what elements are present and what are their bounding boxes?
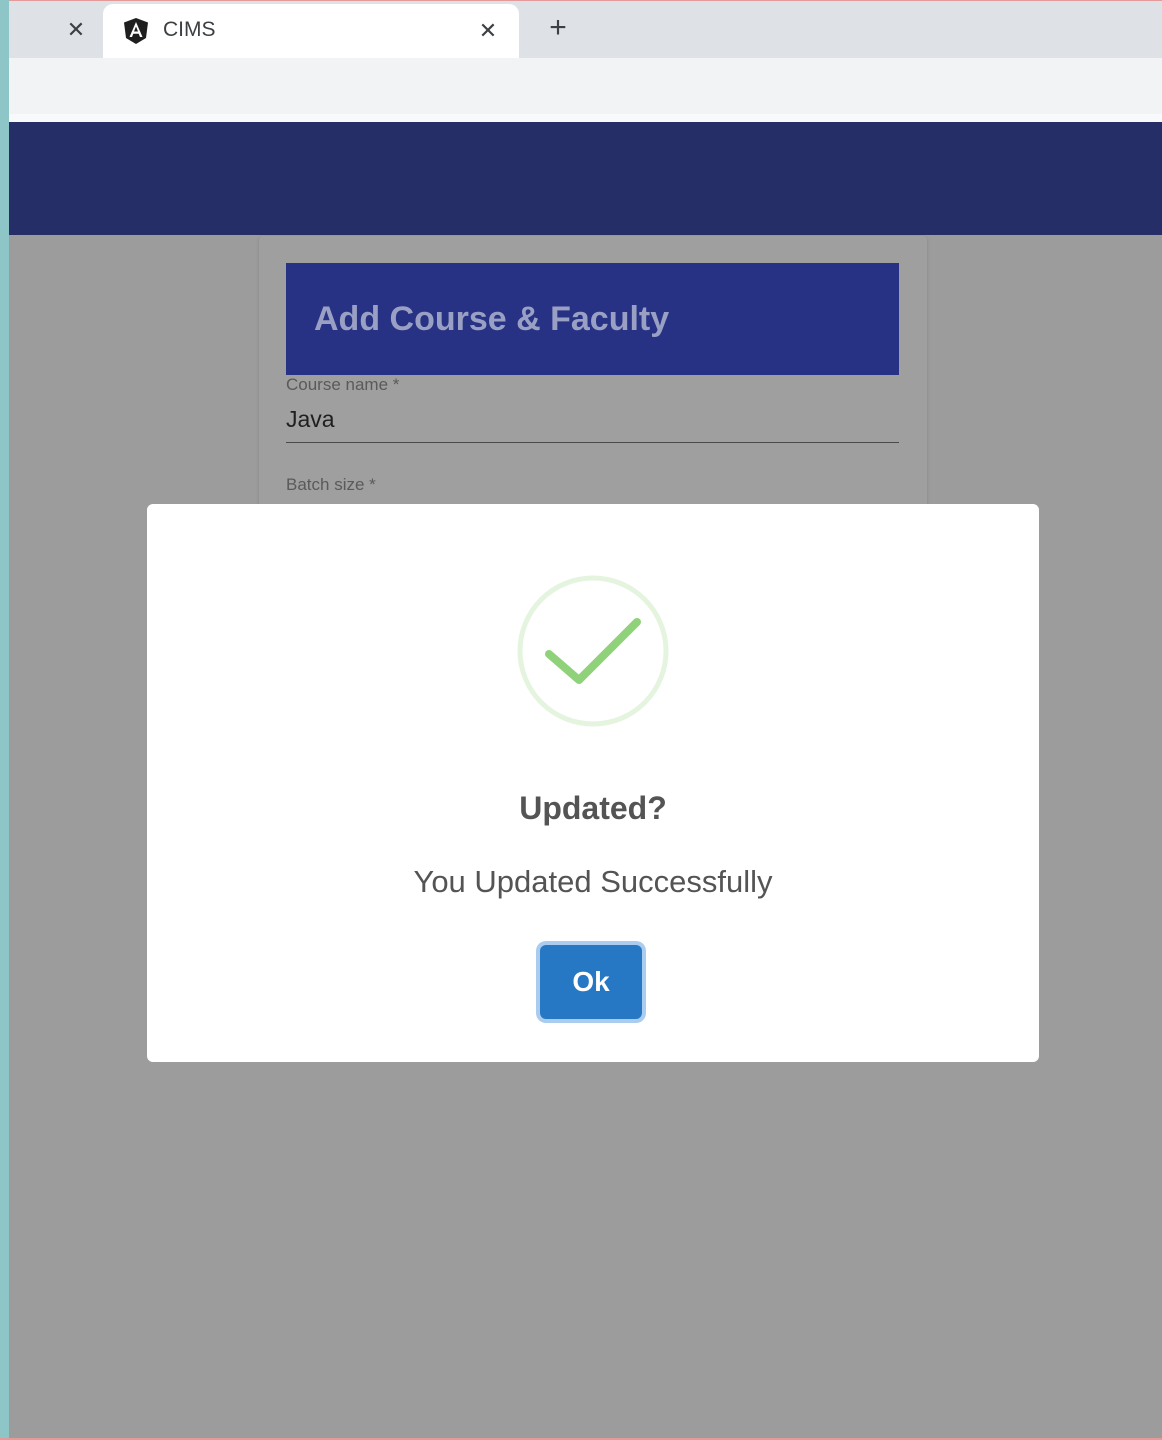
form-header: Add Course & Faculty — [286, 263, 899, 375]
angular-icon — [124, 18, 148, 44]
left-edge-strip — [0, 0, 9, 1440]
dialog-title: Updated? — [519, 790, 667, 826]
success-dialog: Updated? You Updated Successfully Ok — [147, 504, 1039, 1062]
browser-tab-bar: ✕ CIMS ✕ + — [9, 1, 1162, 60]
toolbar-divider — [9, 114, 1162, 122]
ok-button[interactable]: Ok — [540, 945, 642, 1019]
course-name-input[interactable]: Java — [286, 406, 335, 433]
new-tab-icon[interactable]: + — [543, 13, 573, 43]
tab-title: CIMS — [163, 18, 216, 41]
tab-close-icon[interactable]: ✕ — [473, 16, 503, 46]
success-check-icon — [517, 575, 669, 727]
course-name-label: Course name * — [286, 375, 400, 394]
course-name-underline — [286, 442, 899, 443]
form-title: Add Course & Faculty — [314, 300, 670, 338]
app-header — [9, 122, 1162, 235]
previous-tab-close-icon[interactable]: ✕ — [61, 15, 91, 45]
dialog-message: You Updated Successfully — [413, 864, 773, 899]
browser-toolbar — [9, 58, 1162, 114]
batch-size-label: Batch size * — [286, 475, 376, 494]
tab-cims[interactable]: CIMS ✕ — [103, 4, 519, 60]
